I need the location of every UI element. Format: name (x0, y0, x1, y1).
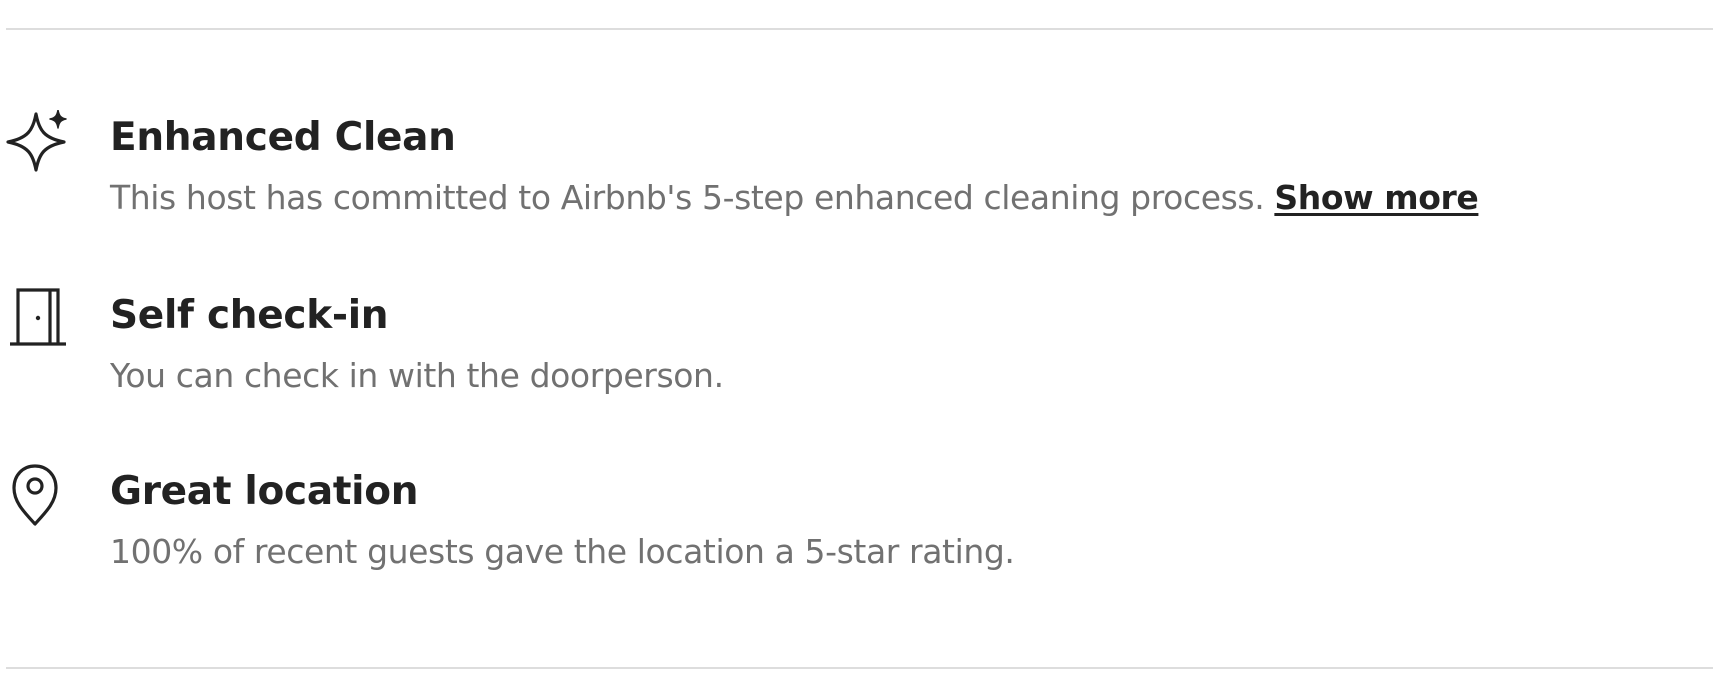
door-icon (6, 286, 70, 350)
top-divider (6, 28, 1713, 30)
highlight-description: This host has committed to Airbnb's 5-st… (110, 176, 1479, 220)
highlight-description-text: This host has committed to Airbnb's 5-st… (110, 178, 1265, 217)
highlight-title: Great location (110, 469, 419, 514)
location-pin-icon (6, 462, 70, 526)
show-more-link[interactable]: Show more (1274, 178, 1478, 217)
highlight-description: 100% of recent guests gave the location … (110, 532, 1015, 571)
highlight-title: Enhanced Clean (110, 115, 456, 160)
bottom-divider (6, 667, 1713, 669)
highlight-title: Self check-in (110, 293, 389, 338)
highlight-description: You can check in with the doorperson. (110, 356, 724, 395)
sparkle-icon (6, 110, 70, 174)
